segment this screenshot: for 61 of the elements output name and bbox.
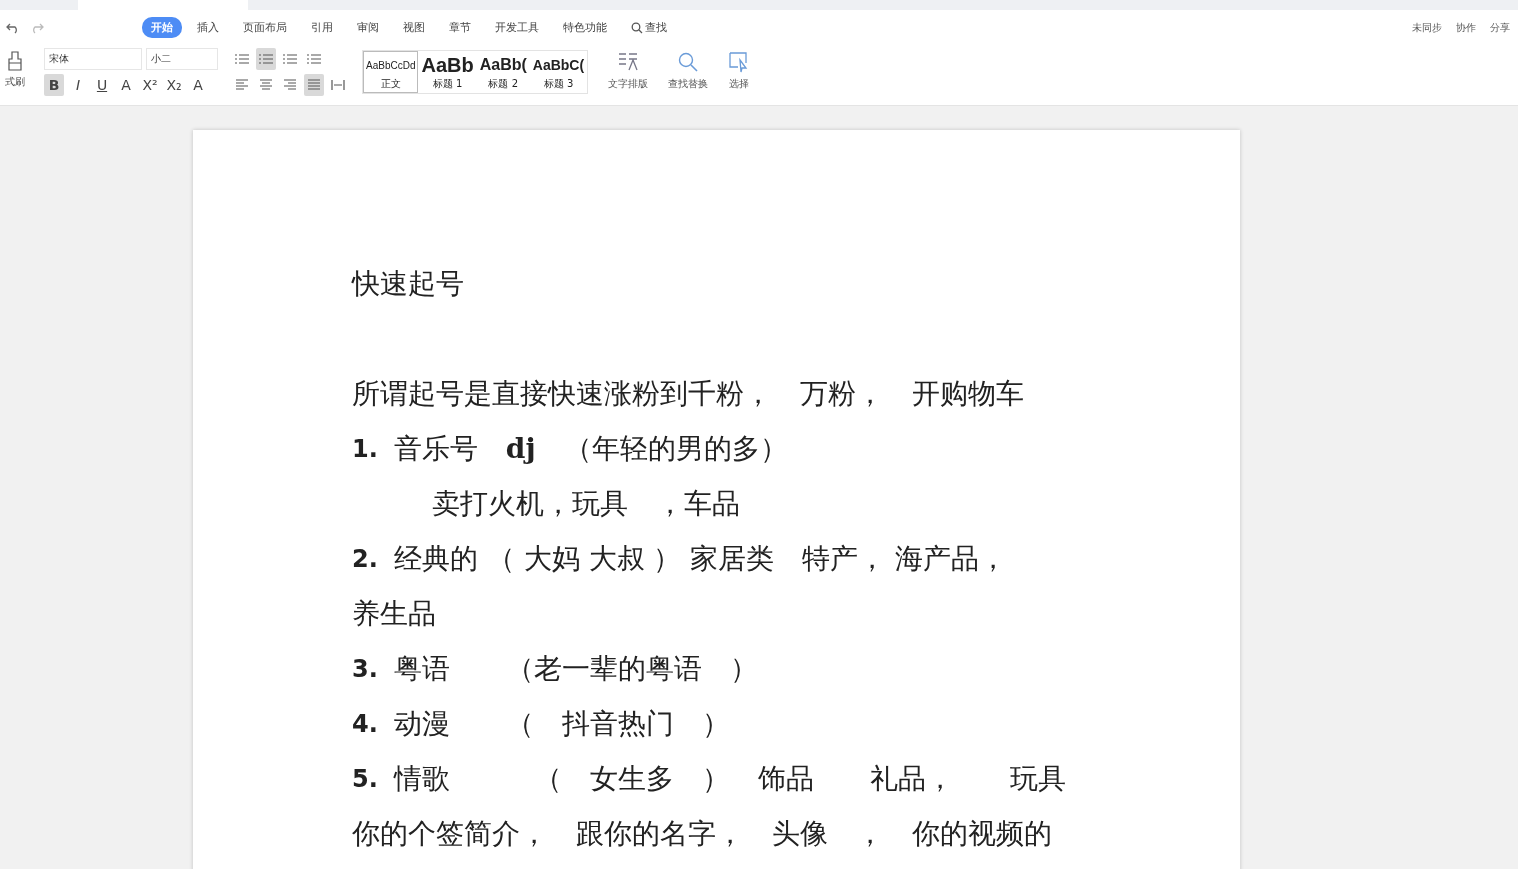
list-icon xyxy=(282,53,298,65)
search-icon xyxy=(631,21,643,34)
align-icon xyxy=(331,79,345,91)
document-heading: 快速起号 xyxy=(352,265,464,302)
list-item-text: 经典的 （ 大妈 大叔 ） 家居类 特产， 海产品， xyxy=(393,540,1008,577)
menu-tab[interactable]: 视图 xyxy=(394,17,434,38)
style-preset[interactable]: AaBb( 标题 2 xyxy=(476,51,530,93)
list-item-text: 动漫 （ 抖音热门 ） xyxy=(393,705,730,742)
action-button[interactable]: 分享 xyxy=(1490,20,1510,35)
list-number: 4. xyxy=(352,709,378,738)
align-icon xyxy=(235,79,249,91)
align-icon xyxy=(259,79,273,91)
align-icon xyxy=(307,79,321,91)
list-icon xyxy=(234,53,250,65)
list-item-text: 音乐号 dj （年轻的男的多） xyxy=(393,430,788,467)
format-button[interactable]: X₂ xyxy=(164,74,184,96)
ribbon-button[interactable]: 文字排版 xyxy=(608,47,649,91)
menu-tab[interactable]: 特色功能 xyxy=(554,17,616,38)
list-button[interactable] xyxy=(256,48,276,70)
menu-tab[interactable]: 页面布局 xyxy=(234,17,296,38)
search-icon xyxy=(677,51,700,73)
action-button[interactable]: 未同步 xyxy=(1412,20,1442,35)
style-preset[interactable]: AaBbCcDd 正文 xyxy=(363,51,419,93)
paragraph-text: 卖打火机，玩具 ，车品 xyxy=(432,485,740,522)
menu-tab[interactable]: 引用 xyxy=(302,17,342,38)
list-item-text: 情歌 （ 女生多 ） 饰品 礼品， 玩具 xyxy=(393,760,1066,797)
paragraph-text: 你的个签简介， 跟你的名字， 头像 ， 你的视频的 xyxy=(352,815,1052,852)
list-icon xyxy=(258,53,274,65)
menu-tab[interactable]: 审阅 xyxy=(348,17,388,38)
paragraph-text: 养生品 xyxy=(352,595,436,632)
paragraph-text: 所谓起号是直接快速涨粉到千粉， 万粉， 开购物车 xyxy=(352,375,1024,412)
align-icon xyxy=(283,79,297,91)
align-button[interactable] xyxy=(304,74,324,96)
format-button[interactable]: A xyxy=(188,74,208,96)
format-button[interactable]: A xyxy=(116,74,136,96)
format-button[interactable]: I xyxy=(68,74,88,96)
list-number: 3. xyxy=(352,654,378,683)
font-name-field[interactable]: 宋体 xyxy=(44,48,142,70)
format-button[interactable]: X² xyxy=(140,74,160,96)
undo-icon[interactable] xyxy=(6,21,20,34)
list-number: 2. xyxy=(352,544,378,573)
font-size-field[interactable]: 小二 xyxy=(146,48,218,70)
menu-tab[interactable]: 插入 xyxy=(188,17,228,38)
ribbon-button[interactable]: 查找替换 xyxy=(668,47,709,91)
menu-tab[interactable]: 章节 xyxy=(440,17,480,38)
style-preset[interactable]: AaBb 标题 1 xyxy=(418,51,477,93)
brush-icon xyxy=(7,51,23,71)
search-button[interactable]: 查找 xyxy=(622,17,676,38)
list-number: 5. xyxy=(352,764,378,793)
redo-icon[interactable] xyxy=(30,21,44,34)
ribbon-button[interactable]: 选择 xyxy=(728,47,751,91)
list-item-text: 粤语 （老一辈的粤语 ） xyxy=(393,650,758,687)
list-number: 1. xyxy=(352,434,378,463)
style-preset[interactable]: AaBbC( 标题 3 xyxy=(529,51,588,93)
menu-tab[interactable]: 开发工具 xyxy=(486,17,548,38)
format-button[interactable]: U xyxy=(92,74,112,96)
text-layout-icon xyxy=(617,51,640,73)
format-painter-button[interactable]: 式刷 xyxy=(0,47,30,89)
list-icon xyxy=(306,53,322,65)
format-button[interactable]: B xyxy=(44,74,64,96)
action-button[interactable]: 协作 xyxy=(1456,20,1476,35)
